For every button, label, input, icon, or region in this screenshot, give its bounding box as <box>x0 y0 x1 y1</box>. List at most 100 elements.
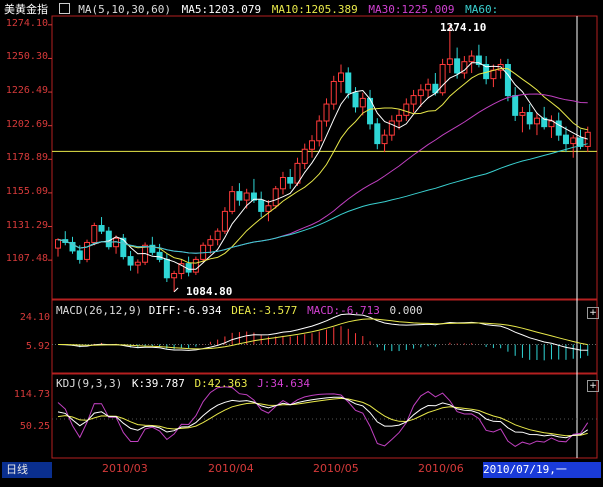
price-axis-label: 1107.48 <box>5 253 48 265</box>
price-axis-label: 1274.10 <box>5 17 48 29</box>
ma-icon <box>58 3 70 14</box>
price-axis-label: 1250.30 <box>5 51 48 63</box>
candle-down <box>562 134 569 145</box>
candle-down <box>127 256 134 266</box>
kdj-panel <box>52 386 597 447</box>
ma60-value: MA60: <box>465 3 499 16</box>
candle-up <box>316 120 323 142</box>
candle-up <box>519 112 526 116</box>
candle-down <box>156 251 163 260</box>
kdj-k-line <box>57 396 588 439</box>
cursor-date: 2010/07/19,一 <box>483 462 601 478</box>
candle-down <box>454 58 461 74</box>
candle-down <box>105 230 112 248</box>
ma10-value: MA10:1205.389 <box>271 3 358 16</box>
kdj-j-line <box>57 386 589 447</box>
ma30-value: MA30:1225.009 <box>368 3 455 16</box>
candle-up <box>243 192 250 201</box>
candle-up <box>417 89 424 97</box>
candle-down <box>352 92 359 108</box>
candle-up <box>388 120 395 136</box>
price-header: 美黄金指 MA(5,10,30,60) MA5:1203.079 MA10:12… <box>4 2 498 18</box>
candle-up <box>533 117 540 125</box>
candle-up <box>410 95 417 105</box>
candle-down <box>512 95 519 116</box>
candle-up <box>308 140 315 150</box>
kdj-j: J:34.634 <box>257 377 311 390</box>
candle-up <box>359 97 366 108</box>
candle-down <box>287 176 294 184</box>
ma5-value: MA5:1203.079 <box>181 3 262 16</box>
price-axis-label: 1178.89 <box>5 152 48 164</box>
ma30-line <box>57 93 588 254</box>
kdj-expand-button[interactable]: + <box>587 380 599 392</box>
candle-up <box>214 230 221 241</box>
main-panel-border <box>51 15 598 300</box>
macd-dea: DEA:-3.577 <box>231 304 298 317</box>
macd-diff: DIFF:-6.934 <box>148 304 222 317</box>
price-axis-label: 1131.29 <box>5 219 48 231</box>
candle-up <box>338 72 345 82</box>
candle-up <box>490 69 497 80</box>
month-label-mar: 2010/03 <box>102 462 148 475</box>
low-marker <box>173 287 179 293</box>
price-axis-label: 1202.69 <box>5 118 48 130</box>
candle-down <box>258 199 265 212</box>
candle-down <box>374 123 381 145</box>
candle-down <box>98 225 105 232</box>
candle-up <box>570 137 577 145</box>
month-label-apr: 2010/04 <box>208 462 254 475</box>
price-axis-label: 1226.49 <box>5 85 48 97</box>
candle-down <box>555 120 562 136</box>
candle-up <box>403 103 410 116</box>
candle-up <box>134 261 141 266</box>
price-axis-label: 1155.09 <box>5 185 48 197</box>
chart-window: 美黄金指 MA(5,10,30,60) MA5:1203.079 MA10:12… <box>0 0 603 483</box>
candle-up <box>396 114 403 122</box>
candle-up <box>171 273 178 279</box>
macd-axis-top: 24.10 <box>19 312 50 323</box>
candle-up <box>221 210 228 232</box>
macd-extra: 0.000 <box>389 304 423 317</box>
candle-down <box>526 112 533 125</box>
candle-up <box>330 80 337 105</box>
chart-svg[interactable] <box>0 0 603 483</box>
candle-up <box>468 55 475 63</box>
macd-panel <box>52 313 597 361</box>
kdj-header: KDJ(9,3,3) K:39.787 D:42.363 J:34.634 <box>56 376 310 392</box>
candle-up <box>301 148 308 164</box>
kdj-axis-mid: 50.25 <box>19 421 50 432</box>
candle-up <box>446 58 453 66</box>
candle-up <box>55 239 61 249</box>
candle-down <box>236 191 243 201</box>
period-tab-daily[interactable]: 日线 <box>2 462 52 478</box>
month-label-jun: 2010/06 <box>418 462 464 475</box>
candle-up <box>439 64 446 94</box>
macd-header: MACD(26,12,9) DIFF:-6.934 DEA:-3.577 MAC… <box>56 303 423 319</box>
candle-up <box>381 134 388 145</box>
kdj-k: K:39.787 <box>131 377 185 390</box>
month-label-may: 2010/05 <box>313 462 359 475</box>
candle-up <box>323 103 330 122</box>
low-price-label: 1084.80 <box>186 285 233 298</box>
ma-formula: MA(5,10,30,60) <box>78 3 171 16</box>
candle-up <box>272 188 279 207</box>
candle-up <box>229 191 236 212</box>
candle-up <box>265 205 272 212</box>
macd-expand-button[interactable]: + <box>587 307 599 319</box>
candle-down <box>76 250 83 260</box>
kdj-axis-top: 114.73 <box>13 389 50 400</box>
candle-down <box>163 258 170 279</box>
candle-up <box>91 225 98 243</box>
candle-up <box>192 258 199 273</box>
candle-down <box>345 72 352 94</box>
candle-up <box>425 83 432 91</box>
instrument-title: 美黄金指 <box>4 3 48 16</box>
high-price-label: 1274.10 <box>440 21 487 34</box>
candle-up <box>207 239 214 246</box>
macd-axis-mid: 5.92 <box>25 341 50 352</box>
ma60-line <box>57 143 588 254</box>
macd-formula: MACD(26,12,9) <box>56 304 143 317</box>
candle-up <box>279 176 286 190</box>
candle-up <box>84 241 91 260</box>
